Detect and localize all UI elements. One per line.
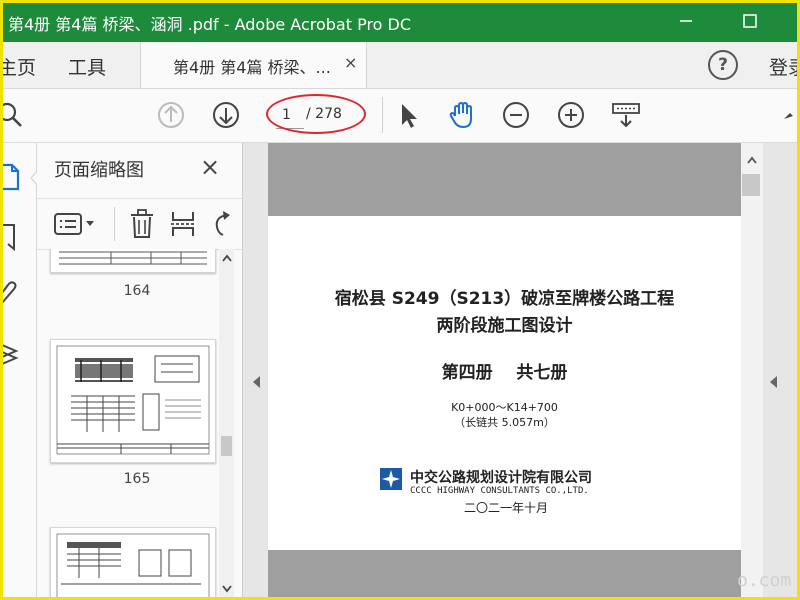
document-tab-label: 第4册 第4篇 桥梁、...: [173, 58, 331, 77]
thumbnail-page-number: 165: [123, 471, 151, 487]
more-tools-icon: [784, 113, 793, 119]
thumbnail-list: 164 165: [37, 249, 219, 600]
scroll-up-icon: [222, 254, 232, 262]
menu-bar: 主页 工具 第4册 第4篇 桥梁、... × ? 登录: [0, 42, 800, 89]
next-page-edge: [268, 550, 741, 600]
insert-page-icon: [171, 212, 195, 236]
thumbnails-panel: 页面缩略图 × 164 165: [37, 143, 243, 600]
doc-date: 二〇二一年十月: [464, 501, 549, 515]
page-display-button[interactable]: [610, 99, 642, 131]
layers-button[interactable]: [0, 335, 30, 371]
zoom-in-icon: [558, 102, 584, 128]
expand-right-pane-icon[interactable]: [770, 376, 777, 388]
next-page-button[interactable]: [210, 99, 242, 131]
zoom-out-button[interactable]: [500, 99, 532, 131]
bookmarks-button[interactable]: [0, 219, 30, 255]
minimize-button[interactable]: [666, 6, 706, 36]
document-scroll-thumb[interactable]: [742, 174, 760, 196]
tools-menu[interactable]: 工具: [68, 53, 106, 80]
document-view: 宿松县 S249（S213）破凉至牌楼公路工程 两阶段施工图设计 第四册 共七册…: [243, 143, 800, 600]
options-menu-icon: [54, 213, 94, 235]
attachments-button[interactable]: [0, 277, 30, 313]
help-button[interactable]: ?: [708, 50, 738, 80]
thumbnail-page[interactable]: [50, 527, 216, 600]
more-tools-button[interactable]: [780, 99, 800, 131]
bookmarks-icon: [2, 224, 15, 252]
hand-tool-icon: [449, 102, 472, 128]
select-cursor-icon: [402, 104, 417, 128]
search-button[interactable]: [0, 99, 26, 131]
hand-tool-button[interactable]: [446, 99, 478, 131]
prev-page-icon: [158, 102, 184, 128]
doc-length-note: （长链共 5.057m）: [454, 416, 555, 429]
doc-volume: 第四册 共七册: [441, 363, 568, 383]
maximize-button[interactable]: [730, 6, 770, 36]
page-thumbnails-icon: [2, 163, 20, 191]
zoom-out-icon: [503, 102, 529, 128]
scroll-down-icon: [222, 585, 232, 593]
page-thumbnails-button[interactable]: [0, 159, 30, 195]
doc-scroll-up-icon: [747, 156, 757, 164]
company-logo: [380, 468, 402, 490]
thumbnail-scroll-thumb[interactable]: [221, 436, 232, 456]
company-name-cn: 中交公路规划设计院有限公司: [410, 470, 592, 486]
watermark: o.com: [737, 570, 792, 591]
undo-button[interactable]: [209, 209, 235, 239]
navigation-rail: [0, 143, 37, 600]
search-icon: [0, 102, 22, 127]
doc-title-line2: 两阶段施工图设计: [436, 316, 573, 336]
highlight-annotation: [266, 94, 366, 134]
login-button[interactable]: 登录: [769, 53, 800, 80]
insert-page-button[interactable]: [169, 208, 197, 240]
thumbnail-page[interactable]: [50, 339, 216, 463]
next-page-icon: [213, 102, 239, 128]
prev-page-button[interactable]: [155, 99, 187, 131]
attachments-icon: [1, 281, 17, 304]
collapse-left-pane-icon[interactable]: [253, 376, 260, 388]
document-scrollbar[interactable]: [741, 143, 763, 600]
window-title: 第4册 第4篇 桥梁、涵洞 .pdf - Adobe Acrobat Pro D…: [8, 15, 412, 34]
page-display-icon: [612, 103, 640, 128]
thumbnail-drawing: [56, 533, 210, 600]
options-menu-button[interactable]: [53, 211, 99, 237]
thumbnail-page-number: 164: [123, 283, 151, 299]
panel-toolbar: [37, 198, 242, 250]
title-bar: 第4册 第4篇 桥梁、涵洞 .pdf - Adobe Acrobat Pro D…: [0, 0, 800, 42]
minimize-icon: [680, 20, 692, 22]
delete-page-button[interactable]: [129, 208, 155, 240]
doc-title-line1: 宿松县 S249（S213）破凉至牌楼公路工程: [334, 289, 675, 309]
thumbnail-drawing: [59, 251, 207, 265]
toolbar-divider: [382, 97, 383, 133]
zoom-in-button[interactable]: [555, 99, 587, 131]
document-tab[interactable]: 第4册 第4篇 桥梁、... ×: [140, 42, 367, 88]
select-tool-button[interactable]: [392, 99, 424, 131]
company-name-en: CCCC HIGHWAY CONSULTANTS CO.,LTD.: [410, 486, 589, 496]
panel-title: 页面缩略图: [54, 160, 144, 181]
undo-icon: [215, 211, 230, 236]
close-panel-button[interactable]: ×: [200, 153, 220, 181]
toolbar: / 278: [0, 89, 800, 143]
pdf-page: 宿松县 S249（S213）破凉至牌楼公路工程 两阶段施工图设计 第四册 共七册…: [268, 216, 741, 550]
maximize-icon: [743, 14, 757, 28]
previous-page-edge: [268, 143, 741, 216]
thumbnail-scrollbar[interactable]: [219, 249, 234, 600]
thumbnail-page[interactable]: [50, 249, 216, 273]
layers-icon: [1, 344, 19, 365]
panel-toolbar-divider: [114, 207, 115, 241]
thumbnail-drawing: [56, 345, 210, 455]
delete-page-icon: [131, 209, 153, 238]
home-menu[interactable]: 主页: [0, 53, 36, 80]
close-tab-button[interactable]: ×: [344, 53, 357, 72]
doc-chainage: K0+000～K14+700: [451, 401, 558, 414]
